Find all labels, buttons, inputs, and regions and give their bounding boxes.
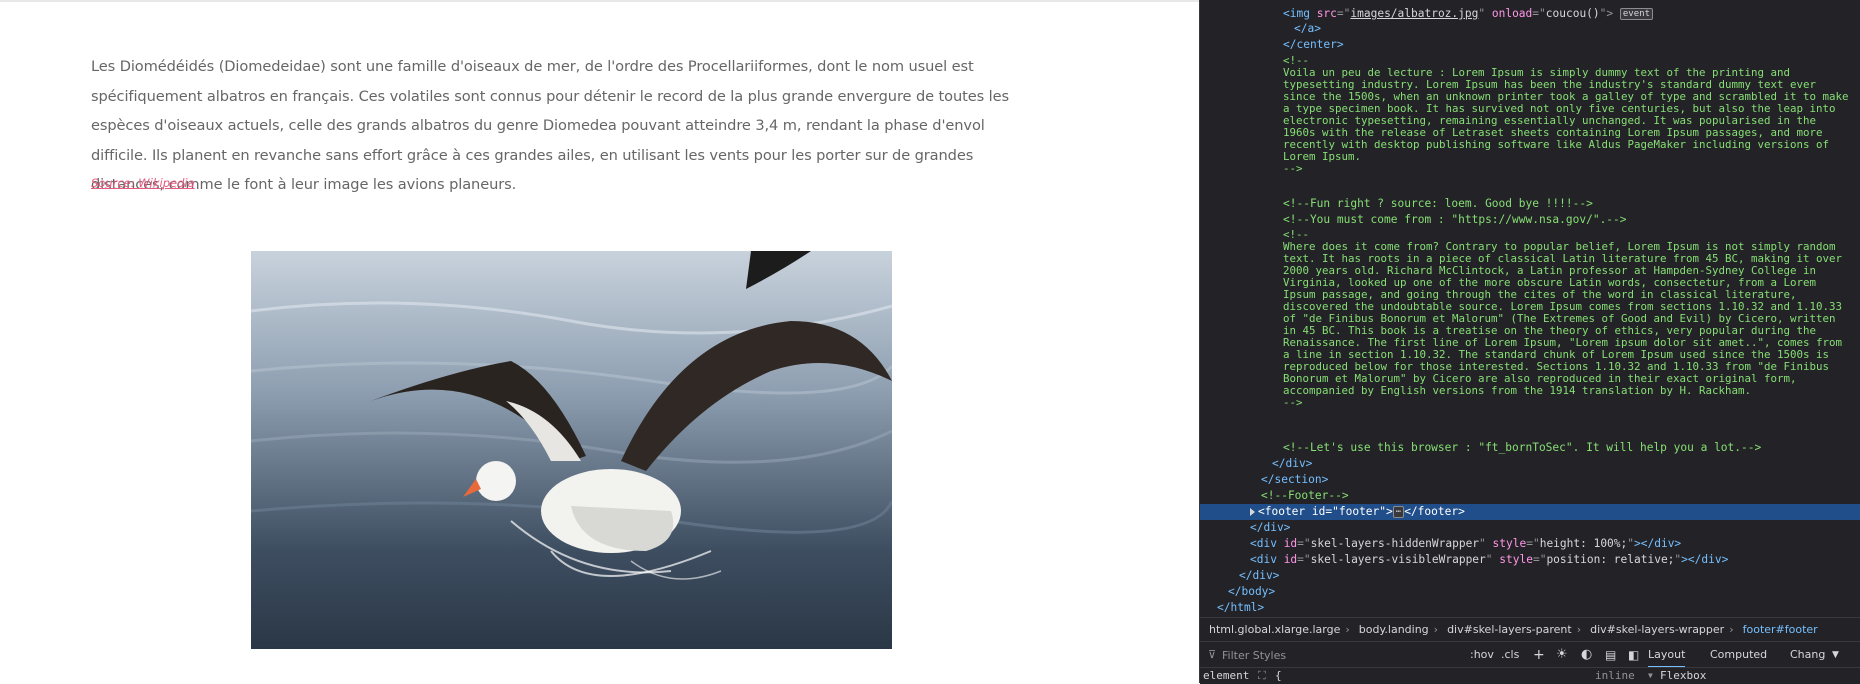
punct: ">: [1599, 7, 1614, 20]
tag-close: ></div>: [1681, 553, 1729, 566]
comment-line[interactable]: <!--Fun right ? source: loem. Good bye !…: [1200, 197, 1860, 211]
attr-name: id: [1311, 505, 1326, 518]
comment-line[interactable]: <!--Footer-->: [1200, 489, 1860, 503]
tag-open: <img: [1283, 7, 1317, 20]
comment-text-line: accompanied by English versions from the…: [1283, 384, 1752, 397]
flexbox-chevron-icon[interactable]: ▼: [1648, 668, 1653, 684]
attr-value-link[interactable]: images/albatroz.jpg: [1350, 7, 1478, 20]
punct: =": [1297, 553, 1311, 566]
filter-icon: ⊽: [1208, 648, 1217, 661]
breadcrumb-item[interactable]: body.landing: [1350, 618, 1434, 642]
comment-text-line: -->: [1283, 396, 1303, 409]
tab-layout[interactable]: Layout: [1648, 642, 1686, 668]
punct: =": [1532, 7, 1546, 20]
toggle-pane-icon[interactable]: ◧: [1628, 642, 1639, 668]
breadcrumb-item[interactable]: div#skel-layers-parent: [1438, 618, 1577, 642]
markup-line-hidden-wrapper[interactable]: <div id="skel-layers-hiddenWrapper" styl…: [1200, 537, 1860, 551]
class-toggle-button[interactable]: .cls: [1501, 642, 1519, 668]
attr-value: footer: [1338, 505, 1380, 518]
attr-name: src: [1316, 7, 1337, 20]
attr-name: onload: [1491, 7, 1533, 20]
event-badge[interactable]: event: [1619, 8, 1653, 20]
filter-styles-input[interactable]: [1220, 646, 1414, 666]
comment-text-line: recently with desktop publishing softwar…: [1283, 138, 1830, 151]
breadcrumb: html.global.xlarge.large › body.landing › di…: [1200, 617, 1860, 642]
rules-toolbar: ⊽ :hov .cls + ☀ ◐ ▤ ◧ Layout Computed Ch…: [1200, 641, 1860, 668]
rule-selector: element: [1203, 669, 1250, 682]
markup-line-img[interactable]: <img src="images/albatroz.jpg" onload="c…: [1200, 7, 1860, 21]
tag-close: ></div>: [1634, 537, 1682, 550]
attr-name: id: [1283, 553, 1298, 566]
comment-text-line: -->: [1283, 162, 1303, 175]
attr-name: style: [1492, 537, 1527, 550]
markup-line[interactable]: </div>: [1200, 521, 1860, 535]
breadcrumb-item[interactable]: html.global.xlarge.large: [1200, 618, 1345, 642]
markup-line-footer-selected[interactable]: <footer id="footer"> ⋯ </footer>: [1200, 504, 1860, 520]
albatross-photo: [251, 251, 892, 649]
tab-changes[interactable]: Chang: [1790, 642, 1825, 668]
breadcrumb-item[interactable]: footer#footer: [1734, 618, 1823, 642]
article-paragraph: Les Diomédéidés (Diomedeidae) sont une f…: [91, 58, 1010, 193]
markup-line[interactable]: </section>: [1200, 473, 1860, 487]
markup-tree[interactable]: <img src="images/albatroz.jpg" onload="c…: [1200, 0, 1860, 617]
tag-open: <div: [1250, 553, 1284, 566]
punct: =": [1532, 553, 1547, 566]
browser-page: Les Diomédéidés (Diomedeidae) sont une f…: [0, 0, 1199, 683]
breadcrumb-item[interactable]: div#skel-layers-wrapper: [1581, 618, 1729, 642]
attr-value: height: 100%;: [1539, 537, 1628, 550]
attr-value: position: relative;: [1546, 553, 1675, 566]
markup-line[interactable]: </a>: [1200, 22, 1860, 36]
punct: =": [1325, 505, 1339, 518]
add-rule-button[interactable]: +: [1533, 642, 1545, 668]
punct: ": [1485, 553, 1500, 566]
punct: ">: [1379, 505, 1393, 518]
print-media-icon[interactable]: ▤: [1605, 642, 1616, 668]
comment-block-1[interactable]: <!-- Voila un peu de lecture : Lorem Ipsu…: [1283, 55, 1849, 175]
punct: =": [1336, 7, 1351, 20]
expand-triangle-icon[interactable]: [1250, 508, 1255, 516]
hover-state-button[interactable]: :hov: [1470, 642, 1494, 668]
comment-line[interactable]: <!--You must come from : "https://www.ns…: [1200, 213, 1860, 227]
light-mode-icon[interactable]: ☀: [1556, 642, 1568, 668]
markup-line[interactable]: </body>: [1200, 585, 1860, 599]
rule-brace: {: [1275, 669, 1282, 682]
more-tabs-chevron-icon[interactable]: ▼: [1832, 642, 1839, 668]
punct: ": [1479, 537, 1493, 550]
attr-value: coucou(): [1545, 7, 1600, 20]
attr-value: skel-layers-hiddenWrapper: [1310, 537, 1480, 550]
comment-line[interactable]: <!--Let's use this browser : "ft_bornToS…: [1200, 441, 1860, 455]
tag-close: </footer>: [1404, 505, 1465, 518]
page-top-border: [0, 0, 1199, 2]
tag-open: <footer: [1258, 505, 1312, 518]
rule-node-icon[interactable]: ⛶: [1258, 668, 1266, 684]
markup-line[interactable]: </html>: [1200, 601, 1860, 615]
comment-text-line: Lorem Ipsum.: [1283, 150, 1362, 163]
markup-line[interactable]: </center>: [1200, 38, 1860, 52]
devtools-panel: <img src="images/albatroz.jpg" onload="c…: [1199, 0, 1860, 684]
punct: =": [1297, 537, 1311, 550]
attr-value: skel-layers-visibleWrapper: [1310, 553, 1486, 566]
attr-name: id: [1283, 537, 1298, 550]
flexbox-section-title[interactable]: Flexbox: [1660, 668, 1706, 684]
comment-block-2[interactable]: <!-- Where does it come from? Contrary to…: [1283, 229, 1842, 409]
attr-name: style: [1499, 553, 1533, 566]
rule-source: inline: [1595, 669, 1635, 682]
punct: ": [1478, 7, 1492, 20]
markup-line-visible-wrapper[interactable]: <div id="skel-layers-visibleWrapper" sty…: [1200, 553, 1860, 567]
collapsed-ellipsis-badge[interactable]: ⋯: [1392, 506, 1405, 518]
markup-line[interactable]: </div>: [1200, 569, 1860, 583]
punct: =": [1526, 537, 1540, 550]
tab-computed[interactable]: Computed: [1710, 642, 1767, 668]
dark-mode-icon[interactable]: ◐: [1581, 642, 1592, 668]
punct: ": [1627, 537, 1635, 550]
rules-pane: element ⛶ { inline ▼ Flexbox: [1200, 667, 1860, 684]
tag-open: <div: [1250, 537, 1284, 550]
source-link[interactable]: Source: Wikipedia: [91, 176, 195, 190]
markup-line[interactable]: </div>: [1200, 457, 1860, 471]
